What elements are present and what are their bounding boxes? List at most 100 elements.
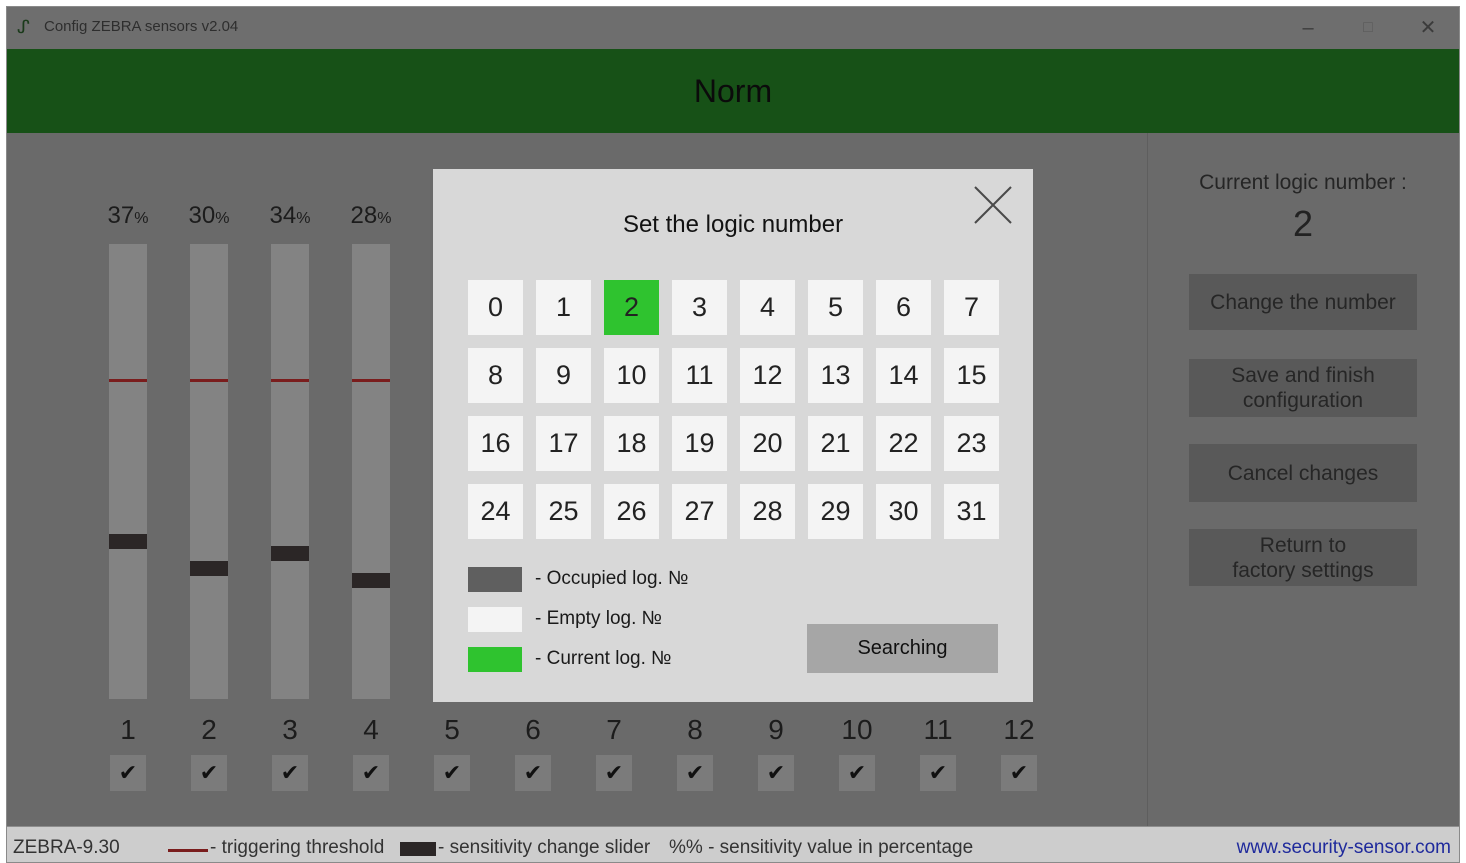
- right-panel: Current logic number : 2 Change the numb…: [1147, 133, 1459, 826]
- change-number-button[interactable]: Change the number: [1189, 274, 1417, 330]
- title-bar[interactable]: ᔑ Config ZEBRA sensors v2.04 – □ ✕: [7, 7, 1459, 49]
- channel-percent: 34%: [269, 202, 311, 229]
- checkmark-icon: ✔: [523, 760, 543, 785]
- channel-number: 11: [923, 714, 953, 745]
- sensitivity-track[interactable]: [109, 244, 147, 699]
- channel-enable-checkbox[interactable]: ✔: [677, 755, 713, 791]
- checkmark-icon: ✔: [766, 760, 786, 785]
- threshold-line: [352, 379, 390, 382]
- channel-enable-checkbox[interactable]: ✔: [353, 755, 389, 791]
- current-legend-label: - Current log. №: [535, 648, 672, 669]
- logic-number-cell[interactable]: 16: [468, 416, 523, 471]
- sensitivity-slider[interactable]: [352, 573, 390, 588]
- channel-enable-checkbox[interactable]: ✔: [758, 755, 794, 791]
- channel-enable-checkbox[interactable]: ✔: [515, 755, 551, 791]
- logic-number-cell[interactable]: 22: [876, 416, 931, 471]
- maximize-button[interactable]: □: [1345, 11, 1391, 45]
- logic-number-cell[interactable]: 14: [876, 348, 931, 403]
- threshold-line: [271, 379, 309, 382]
- checkmark-icon: ✔: [118, 760, 138, 785]
- channel-enable-checkbox[interactable]: ✔: [434, 755, 470, 791]
- channel-enable-checkbox[interactable]: ✔: [920, 755, 956, 791]
- logic-number-cell[interactable]: 26: [604, 484, 659, 539]
- channel-number: 7: [606, 714, 622, 745]
- searching-button[interactable]: Searching: [807, 624, 998, 673]
- minimize-button[interactable]: –: [1285, 11, 1331, 45]
- sensitivity-track[interactable]: [352, 244, 390, 699]
- save-finish-button[interactable]: Save and finish configuration: [1189, 359, 1417, 417]
- logic-number-cell[interactable]: 10: [604, 348, 659, 403]
- channel-number: 4: [363, 714, 379, 745]
- logic-number-cell[interactable]: 3: [672, 280, 727, 335]
- model-label: ZEBRA-9.30: [13, 837, 120, 858]
- logic-number-cell[interactable]: 20: [740, 416, 795, 471]
- checkmark-icon: ✔: [685, 760, 705, 785]
- logic-number-cell[interactable]: 8: [468, 348, 523, 403]
- logic-number-cell[interactable]: 24: [468, 484, 523, 539]
- logic-number-cell[interactable]: 27: [672, 484, 727, 539]
- close-button[interactable]: ✕: [1405, 11, 1451, 45]
- channel-number: 3: [282, 714, 298, 745]
- channel-percent: 37%: [107, 202, 149, 229]
- channel-number: 6: [525, 714, 541, 745]
- footer-bar: ZEBRA-9.30 - triggering threshold - sens…: [7, 826, 1459, 862]
- logic-number-cell[interactable]: 25: [536, 484, 591, 539]
- logic-number-cell[interactable]: 19: [672, 416, 727, 471]
- slider-legend-swatch: [400, 842, 436, 856]
- logic-number-cell[interactable]: 15: [944, 348, 999, 403]
- logic-number-cell[interactable]: 17: [536, 416, 591, 471]
- channel-number: 10: [841, 714, 873, 745]
- zebra-logo-icon: ᔑ: [17, 17, 30, 37]
- channel-number: 5: [444, 714, 460, 745]
- logic-number-cell[interactable]: 18: [604, 416, 659, 471]
- logic-number-cell[interactable]: 12: [740, 348, 795, 403]
- channel-enable-checkbox[interactable]: ✔: [839, 755, 875, 791]
- channel-number: 9: [768, 714, 784, 745]
- threshold-line: [190, 379, 228, 382]
- current-logic-value: 2: [1292, 203, 1314, 244]
- logic-number-cell[interactable]: 11: [672, 348, 727, 403]
- occupied-swatch: [468, 567, 522, 592]
- window-title: Config ZEBRA sensors v2.04: [44, 18, 239, 35]
- sensitivity-slider[interactable]: [190, 561, 228, 576]
- channel-enable-checkbox[interactable]: ✔: [596, 755, 632, 791]
- slider-legend-text: - sensitivity change slider: [438, 837, 651, 858]
- factory-reset-button[interactable]: Return to factory settings: [1189, 529, 1417, 586]
- occupied-legend-label: - Occupied log. №: [535, 568, 689, 589]
- channel-number: 2: [201, 714, 217, 745]
- sensitivity-track[interactable]: [190, 244, 228, 699]
- website-link[interactable]: www.security-sensor.com: [1237, 837, 1451, 859]
- logic-number-cell[interactable]: 1: [536, 280, 591, 335]
- logic-number-cell[interactable]: 6: [876, 280, 931, 335]
- channel-enable-checkbox[interactable]: ✔: [272, 755, 308, 791]
- logic-number-cell[interactable]: 0: [468, 280, 523, 335]
- logic-number-cell[interactable]: 9: [536, 348, 591, 403]
- checkmark-icon: ✔: [847, 760, 867, 785]
- logic-number-cell[interactable]: 29: [808, 484, 863, 539]
- cancel-changes-button[interactable]: Cancel changes: [1189, 444, 1417, 502]
- dialog-title: Set the logic number: [622, 211, 844, 238]
- logic-number-cell[interactable]: 31: [944, 484, 999, 539]
- empty-legend-label: - Empty log. №: [535, 608, 663, 629]
- logic-number-cell[interactable]: 4: [740, 280, 795, 335]
- logic-number-cell[interactable]: 7: [944, 280, 999, 335]
- channel-percent: 30%: [188, 202, 230, 229]
- logic-number-cell[interactable]: 13: [808, 348, 863, 403]
- app-window: ᔑ Config ZEBRA sensors v2.04 – □ ✕ Norm …: [6, 6, 1460, 863]
- logic-number-cell[interactable]: 21: [808, 416, 863, 471]
- threshold-line: [109, 379, 147, 382]
- channel-enable-checkbox[interactable]: ✔: [1001, 755, 1037, 791]
- sensitivity-track[interactable]: [271, 244, 309, 699]
- logic-number-cell[interactable]: 28: [740, 484, 795, 539]
- logic-number-cell[interactable]: 5: [808, 280, 863, 335]
- logic-number-cell[interactable]: 23: [944, 416, 999, 471]
- channel-enable-checkbox[interactable]: ✔: [191, 755, 227, 791]
- status-banner: Norm: [7, 49, 1459, 133]
- checkmark-icon: ✔: [199, 760, 219, 785]
- logic-number-cell[interactable]: 30: [876, 484, 931, 539]
- channel-enable-checkbox[interactable]: ✔: [110, 755, 146, 791]
- sensitivity-slider[interactable]: [109, 534, 147, 549]
- logic-number-cell-current[interactable]: 2: [604, 280, 659, 335]
- current-logic-label: Current logic number :: [1199, 171, 1407, 194]
- sensitivity-slider[interactable]: [271, 546, 309, 561]
